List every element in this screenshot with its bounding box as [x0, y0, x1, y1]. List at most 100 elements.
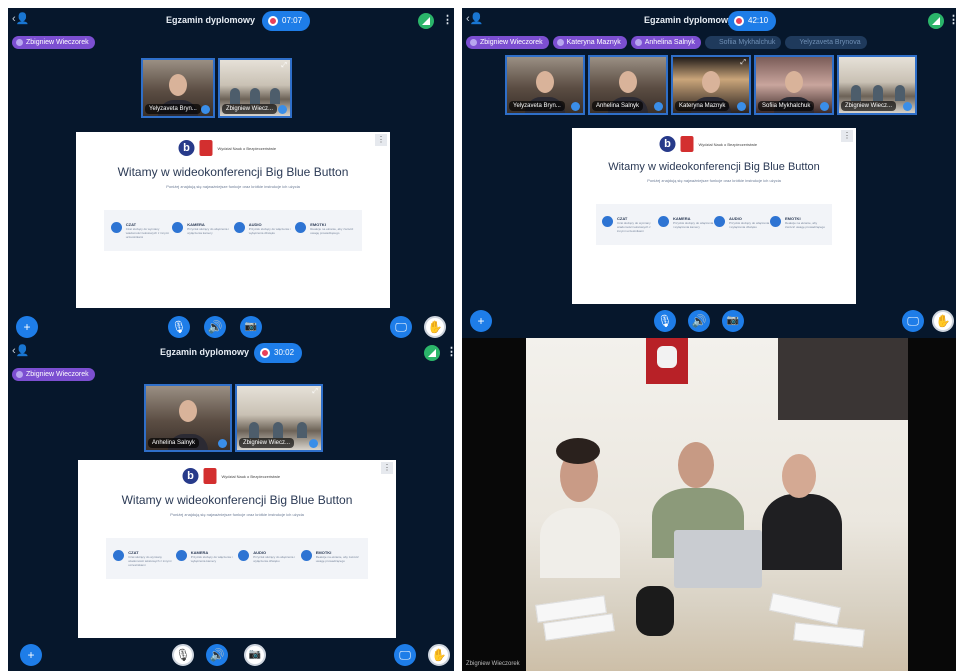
mic-status-icon [309, 439, 318, 448]
fullscreen-icon[interactable]: ⤢ [281, 62, 287, 70]
raise-hand-button[interactable]: ✋ [424, 316, 446, 338]
talking-chip[interactable]: Zbigniew Wieczorek [12, 368, 95, 381]
feature-emoji: EMOTKI Reakcje na ekranie, aby zwrócić uw… [770, 216, 826, 233]
talking-chip[interactable]: Yelyzaveta Brynova [785, 36, 867, 49]
talking-chip[interactable]: Sofiia Mykhalchuk [704, 36, 782, 49]
mic-status-icon [278, 105, 287, 114]
feature-emoji: EMOTKI Reakcje na ekranie, aby zwrócić uw… [295, 222, 355, 239]
camera-off-button[interactable]: 📷 [244, 644, 266, 666]
connection-status-icon[interactable] [418, 13, 434, 29]
emoji-icon [295, 222, 307, 233]
camera-icon [175, 550, 187, 561]
raise-hand-button[interactable]: ✋ [428, 644, 450, 666]
mic-status-icon [654, 102, 663, 111]
presentation-toggle-button[interactable]: 🖵 [394, 644, 416, 666]
slide-options-icon[interactable]: ⋮ [841, 130, 853, 142]
mic-muted-button[interactable]: 🎙 [172, 644, 194, 666]
options-menu-icon[interactable]: ⋮ [948, 13, 956, 26]
webcam-name: Yelyzaveta Bryn... [145, 104, 201, 114]
fullscreen-icon[interactable]: ⤢ [312, 388, 318, 396]
talking-chip[interactable]: Anhelina Salnyk [630, 36, 701, 49]
feature-chat: CZAT Czat służący do wymiany wiadomości t… [113, 550, 173, 567]
bbb-logo: b [182, 468, 199, 484]
mic-status-icon [571, 102, 580, 111]
audio-button[interactable]: 🔊 [204, 316, 226, 338]
audio-button[interactable]: 🔊 [688, 310, 710, 332]
record-icon [734, 16, 744, 26]
webcam-tile[interactable]: Yelyzaveta Bryn... [505, 55, 585, 115]
slide-logos: b Wydział Nauk o Bezpieczeństwie [659, 136, 769, 152]
fullscreen-icon[interactable]: ⤢ [740, 59, 746, 67]
mic-button[interactable]: 🎙 [654, 310, 676, 332]
talking-chip[interactable]: Zbigniew Wieczorek [466, 36, 549, 49]
mic-status-icon [737, 102, 746, 111]
record-icon [268, 16, 278, 26]
meeting-title: Egzamin dyplomowy [644, 15, 734, 25]
options-menu-icon[interactable]: ⋮ [442, 13, 453, 26]
committee-member [540, 508, 620, 578]
recording-timer[interactable]: 30:02 [254, 343, 303, 363]
features-band: CZAT Czat służący do wymiany wiadomości t… [106, 538, 368, 579]
laptop [674, 530, 762, 588]
university-crest-icon [203, 468, 217, 484]
options-menu-icon[interactable]: ⋮ [446, 345, 454, 358]
webcam-strip: Yelyzaveta Bryn... ⤢ Zbigniew Wiecz... [141, 58, 292, 118]
slide-options-icon[interactable]: ⋮ [375, 134, 387, 146]
feature-camera: KAMERA Przycisk służący do włączenia i wy… [172, 222, 232, 239]
recording-timer[interactable]: 42:10 [728, 11, 777, 31]
webcam-tile[interactable]: Zbigniew Wiecz... [837, 55, 917, 115]
university-crest-icon [680, 136, 694, 152]
audio-button[interactable]: 🔊 [206, 644, 228, 666]
exam-committee-video [526, 338, 908, 671]
audio-icon [714, 216, 725, 227]
camera-icon [658, 216, 669, 227]
presentation-toggle-button[interactable]: 🖵 [390, 316, 412, 338]
webcam-tile[interactable]: ⤢ Zbigniew Wiecz... [218, 58, 292, 118]
webcam-tile[interactable]: ⤢ Kateryna Maznyk [671, 55, 751, 115]
slide-heading: Witamy w wideokonferencji Big Blue Butto… [117, 165, 349, 179]
slide-options-icon[interactable]: ⋮ [381, 462, 393, 474]
users-toggle-icon[interactable]: ‹👤 [12, 12, 29, 25]
mic-status-icon [201, 105, 210, 114]
actions-plus-button[interactable]: + [20, 644, 42, 666]
committee-member-hair [556, 438, 600, 464]
connection-status-icon[interactable] [928, 13, 944, 29]
raise-hand-button[interactable]: ✋ [932, 310, 954, 332]
users-toggle-icon[interactable]: ‹👤 [466, 12, 483, 25]
chat-icon [113, 550, 125, 561]
actions-plus-button[interactable]: + [470, 310, 492, 332]
top-bar: ‹👤 Egzamin dyplomowy 42:10 ⋮ [462, 8, 956, 34]
webcam-name: Sofiia Mykhalchuk [758, 101, 815, 111]
talking-indicators: Zbigniew Wieczorek [12, 368, 95, 381]
slide-logos: b Wydział Nauk o Bezpieczeństwie [182, 468, 292, 484]
webcam-tile[interactable]: Anhelina Salnyk [144, 384, 232, 452]
meeting-window-1: ‹👤 Egzamin dyplomowy 07:07 ⋮ Zbigniew Wi… [8, 8, 454, 340]
recording-timer[interactable]: 07:07 [262, 11, 311, 31]
mic-button[interactable]: 🎙 [168, 316, 190, 338]
presentation-slide: b Wydział Nauk o Bezpieczeństwie Witamy … [76, 132, 390, 308]
connection-status-icon[interactable] [424, 345, 440, 361]
webcam-name: Yelyzaveta Bryn... [509, 101, 565, 111]
fullscreen-video[interactable]: Zbigniew Wieczorek [462, 338, 956, 671]
emoji-icon [300, 550, 312, 561]
screenshot-grid: ‹👤 Egzamin dyplomowy 07:07 ⋮ Zbigniew Wi… [0, 0, 956, 671]
slide-heading: Witamy w wideokonferencji Big Blue Butto… [608, 161, 820, 173]
national-emblem [646, 338, 688, 384]
emoji-icon [770, 216, 781, 227]
webcam-tile[interactable]: ⤢ Zbigniew Wiecz... [235, 384, 323, 452]
webcam-tile[interactable]: Sofiia Mykhalchuk [754, 55, 834, 115]
camera-button[interactable]: 📷 [722, 310, 744, 332]
webcam-tile[interactable]: Yelyzaveta Bryn... [141, 58, 215, 118]
video-letterbox-right [908, 338, 956, 671]
actions-plus-button[interactable]: + [16, 316, 38, 338]
camera-button[interactable]: 📷 [240, 316, 262, 338]
webcam-name: Anhelina Salnyk [592, 101, 644, 111]
bag [636, 586, 674, 636]
talking-chip[interactable]: Zbigniew Wieczorek [12, 36, 95, 49]
audio-icon [238, 550, 250, 561]
webcam-tile[interactable]: Anhelina Salnyk [588, 55, 668, 115]
talking-chip[interactable]: Kateryna Maznyk [552, 36, 627, 49]
presentation-toggle-button[interactable]: 🖵 [902, 310, 924, 332]
talking-indicators: Zbigniew Wieczorek [12, 36, 95, 49]
users-toggle-icon[interactable]: ‹👤 [12, 344, 29, 357]
